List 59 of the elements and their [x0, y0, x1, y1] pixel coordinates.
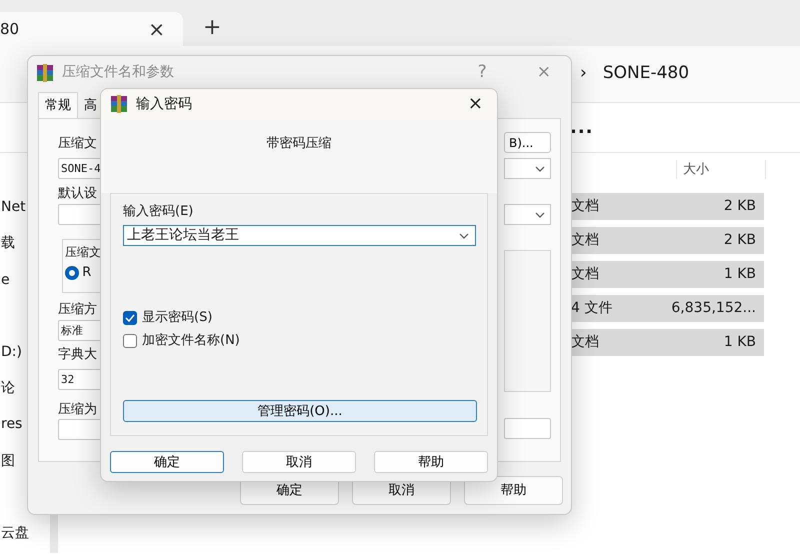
file-type: 文档 [571, 333, 599, 352]
checkbox-label: 加密文件名称(N) [142, 332, 240, 350]
dialog-button[interactable]: 确定 [110, 451, 224, 473]
manage-passwords-button[interactable]: 管理密码(O)... [123, 400, 477, 422]
window-title: 压缩文件名和参数 [62, 63, 174, 82]
column-header[interactable]: 大小 [676, 160, 766, 180]
field-label: 压缩文 [58, 136, 97, 152]
file-size: 2 KB [724, 231, 756, 250]
browser-tab[interactable]: 80 × [0, 12, 183, 46]
sidebar-item[interactable]: D:) [1, 342, 22, 363]
file-type: 文档 [571, 197, 599, 216]
close-button[interactable]: × [142, 19, 171, 39]
file-type: 文档 [571, 231, 599, 250]
chevron-icon [535, 166, 545, 172]
sidebar-item[interactable]: 论 [1, 378, 15, 400]
tab[interactable]: 常规 [38, 92, 78, 118]
radio-label: R [82, 264, 92, 282]
dialog-button[interactable]: 帮助 [464, 476, 563, 505]
file-size: 6,835,152... [671, 299, 756, 318]
password-field[interactable]: 上老王论坛当老王 [123, 225, 476, 246]
file-type: 文档 [571, 265, 599, 284]
tab-title: 80 [0, 18, 20, 40]
field-label: 输入密码(E) [123, 204, 194, 220]
new-tab-button[interactable]: + [197, 16, 228, 40]
checkbox[interactable] [123, 311, 137, 325]
field-label: 压缩为 [58, 402, 97, 418]
chevron-icon [459, 232, 469, 238]
browse-button[interactable]: B)... [504, 132, 551, 153]
chevron-icon [535, 212, 545, 218]
dialog-button[interactable]: 帮助 [374, 451, 488, 473]
file-size: 1 KB [724, 333, 756, 352]
file-size: 1 KB [724, 265, 756, 284]
close-button[interactable]: × [464, 95, 487, 113]
field-label: 默认设 [58, 186, 97, 202]
books-icon [110, 95, 128, 113]
breadcrumb-separator: › [580, 62, 587, 86]
sidebar-item[interactable]: res [1, 414, 22, 436]
dialog-button[interactable]: 取消 [242, 451, 356, 473]
file-size: 2 KB [724, 197, 756, 216]
books-icon [36, 64, 54, 82]
field-label: 字典大 [58, 347, 97, 363]
radio-button[interactable] [65, 266, 79, 280]
checkbox[interactable] [123, 334, 137, 348]
password-text: 上老王论坛当老王 [127, 226, 239, 245]
tab[interactable]: 高 [78, 92, 103, 118]
breadcrumb-item[interactable]: SONE-480 [602, 61, 690, 87]
field-label: 压缩方 [58, 302, 97, 318]
file-type: 4 文件 [571, 299, 612, 318]
sidebar-item[interactable]: e [1, 270, 10, 291]
input-field[interactable] [504, 418, 551, 439]
dialog-heading: 带密码压缩 [266, 136, 332, 151]
group-label: 压缩文 [65, 244, 102, 260]
sidebar-item[interactable]: 载 [1, 233, 15, 254]
more-button[interactable]: ... [570, 114, 594, 141]
sidebar-item[interactable]: 云盘 [1, 523, 29, 544]
checkbox-label: 显示密码(S) [142, 309, 212, 328]
sidebar-item[interactable]: Net [1, 197, 26, 218]
sidebar-item[interactable]: 图 [1, 450, 15, 472]
window-title: 输入密码 [136, 94, 192, 114]
